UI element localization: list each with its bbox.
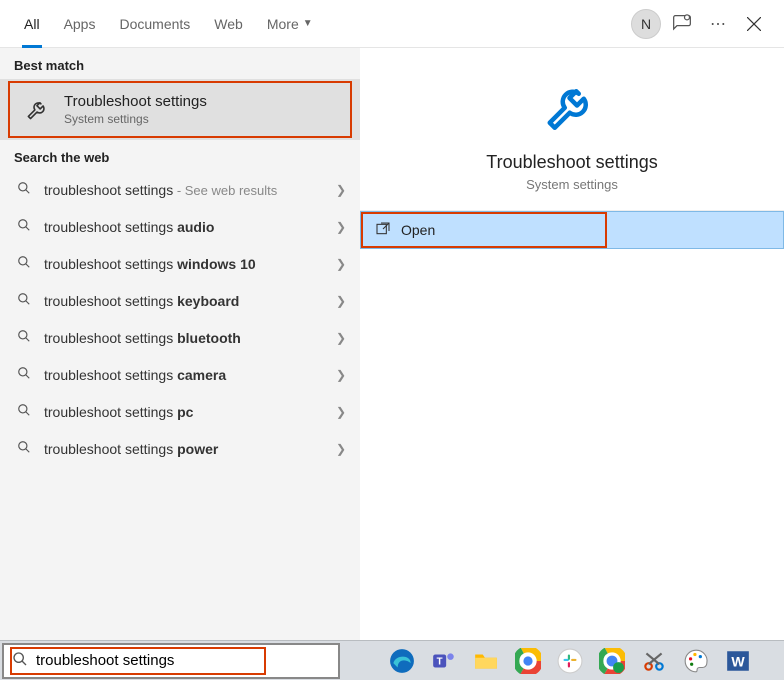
search-icon <box>14 181 34 198</box>
open-button[interactable]: Open <box>360 211 784 249</box>
section-search-web: Search the web <box>0 140 360 171</box>
web-result-text: troubleshoot settings camera <box>44 367 336 383</box>
web-result-text: troubleshoot settings pc <box>44 404 336 420</box>
chevron-right-icon: ❯ <box>336 294 346 308</box>
file-explorer-icon[interactable] <box>466 641 506 681</box>
web-result-text: troubleshoot settings power <box>44 441 336 457</box>
tab-web[interactable]: Web <box>202 0 255 48</box>
search-icon <box>14 366 34 383</box>
close-icon[interactable] <box>736 6 772 42</box>
wrench-icon <box>24 96 52 124</box>
search-icon <box>14 255 34 272</box>
avatar-letter: N <box>631 9 661 39</box>
web-result-item[interactable]: troubleshoot settings audio❯ <box>0 208 360 245</box>
chrome-canary-icon[interactable] <box>592 641 632 681</box>
search-icon <box>14 218 34 235</box>
taskbar: T W <box>0 640 784 680</box>
results-panel: Best match Troubleshoot settings System … <box>0 48 360 640</box>
search-icon <box>14 440 34 457</box>
chevron-right-icon: ❯ <box>336 405 346 419</box>
taskbar-apps: T W <box>342 641 758 681</box>
svg-text:W: W <box>731 653 745 669</box>
chevron-right-icon: ❯ <box>336 220 346 234</box>
web-result-item[interactable]: troubleshoot settings keyboard❯ <box>0 282 360 319</box>
web-result-text: troubleshoot settings keyboard <box>44 293 336 309</box>
open-label: Open <box>401 222 435 238</box>
detail-panel: Troubleshoot settings System settings Op… <box>360 48 784 640</box>
feedback-icon[interactable] <box>664 6 700 42</box>
search-input[interactable] <box>36 652 338 669</box>
open-icon <box>375 221 391 240</box>
chevron-right-icon: ❯ <box>336 442 346 456</box>
chrome-icon[interactable] <box>508 641 548 681</box>
tab-more-label: More <box>267 16 299 32</box>
chevron-right-icon: ❯ <box>336 183 346 197</box>
tab-all[interactable]: All <box>12 0 52 48</box>
web-result-item[interactable]: troubleshoot settings - See web results❯ <box>0 171 360 208</box>
snip-icon[interactable] <box>634 641 674 681</box>
more-options-icon[interactable]: ⋯ <box>700 6 736 42</box>
detail-title: Troubleshoot settings <box>486 152 657 173</box>
web-result-text: troubleshoot settings - See web results <box>44 182 336 198</box>
best-match-subtitle: System settings <box>64 112 207 126</box>
search-icon <box>14 292 34 309</box>
slack-icon[interactable] <box>550 641 590 681</box>
search-icon <box>14 329 34 346</box>
web-result-text: troubleshoot settings audio <box>44 219 336 235</box>
web-result-item[interactable]: troubleshoot settings windows 10❯ <box>0 245 360 282</box>
section-best-match: Best match <box>0 48 360 79</box>
chevron-down-icon: ▼ <box>303 18 313 29</box>
main-area: Best match Troubleshoot settings System … <box>0 48 784 640</box>
best-match-item[interactable]: Troubleshoot settings System settings <box>8 81 352 138</box>
detail-hero: Troubleshoot settings System settings <box>360 48 784 211</box>
edge-icon[interactable] <box>382 641 422 681</box>
chevron-right-icon: ❯ <box>336 368 346 382</box>
teams-icon[interactable]: T <box>424 641 464 681</box>
web-result-item[interactable]: troubleshoot settings bluetooth❯ <box>0 319 360 356</box>
detail-subtitle: System settings <box>526 177 618 192</box>
paint-icon[interactable] <box>676 641 716 681</box>
chevron-right-icon: ❯ <box>336 331 346 345</box>
best-match-title: Troubleshoot settings <box>64 93 207 110</box>
annotation-highlight <box>361 212 607 248</box>
svg-text:T: T <box>437 656 443 667</box>
user-avatar[interactable]: N <box>628 6 664 42</box>
chevron-right-icon: ❯ <box>336 257 346 271</box>
web-result-text: troubleshoot settings bluetooth <box>44 330 336 346</box>
search-icon <box>14 403 34 420</box>
tab-apps[interactable]: Apps <box>52 0 108 48</box>
web-result-text: troubleshoot settings windows 10 <box>44 256 336 272</box>
wrench-icon <box>542 78 602 138</box>
web-result-item[interactable]: troubleshoot settings camera❯ <box>0 356 360 393</box>
taskbar-search[interactable] <box>2 643 340 679</box>
tab-more[interactable]: More ▼ <box>255 0 325 48</box>
web-result-item[interactable]: troubleshoot settings pc❯ <box>0 393 360 430</box>
tab-documents[interactable]: Documents <box>107 0 202 48</box>
web-result-item[interactable]: troubleshoot settings power❯ <box>0 430 360 467</box>
tabs-row: All Apps Documents Web More ▼ N ⋯ <box>0 0 784 48</box>
word-icon[interactable]: W <box>718 641 758 681</box>
search-icon <box>4 651 36 671</box>
